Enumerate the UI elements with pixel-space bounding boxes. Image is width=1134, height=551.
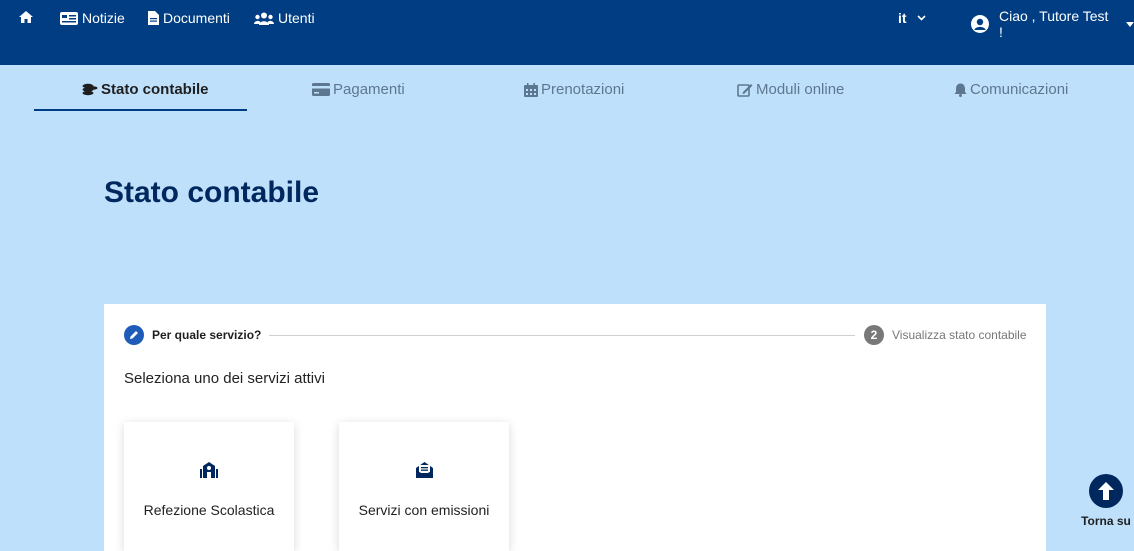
step-1-indicator	[124, 325, 144, 345]
calendar-icon	[524, 82, 538, 97]
tab-moduli-online[interactable]: Moduli online	[737, 81, 844, 98]
users-icon	[254, 12, 274, 25]
tab-pagamenti-label: Pagamenti	[333, 81, 405, 98]
user-greeting: Ciao , Tutore Test !	[998, 8, 1109, 40]
edit-icon	[737, 83, 753, 97]
step-2-indicator: 2	[864, 325, 884, 345]
nav-notizie[interactable]: Notizie	[60, 10, 125, 26]
stepper-connector	[269, 335, 855, 336]
service-card-refezione-scolastica[interactable]: Refezione Scolastica	[124, 422, 294, 551]
service-label: Refezione Scolastica	[143, 502, 275, 518]
back-to-top-label: Torna su	[1081, 514, 1131, 528]
tab-pagamenti[interactable]: Pagamenti	[312, 81, 405, 98]
nav-utenti[interactable]: Utenti	[254, 10, 315, 26]
tab-prenotazioni[interactable]: Prenotazioni	[524, 81, 624, 98]
user-circle-icon	[971, 15, 989, 33]
arrow-up-circle-icon	[1089, 474, 1123, 508]
stepper-step-1: Per quale servizio?	[124, 325, 261, 345]
pencil-icon	[130, 331, 138, 339]
tab-moduli-online-label: Moduli online	[756, 81, 845, 98]
top-navbar: Notizie Documenti Utenti it Ciao , Tutor…	[0, 0, 1134, 65]
tab-stato-contabile[interactable]: Stato contabile	[82, 81, 209, 98]
page-title: Stato contabile	[104, 176, 320, 209]
language-select[interactable]: it	[898, 10, 926, 26]
nav-documenti-label: Documenti	[163, 10, 230, 26]
tab-comunicazioni[interactable]: Comunicazioni	[954, 81, 1068, 98]
newspaper-icon	[60, 11, 78, 25]
nav-notizie-label: Notizie	[82, 10, 125, 26]
user-menu[interactable]: Ciao , Tutore Test !	[971, 8, 1134, 40]
back-to-top-button[interactable]: Torna su	[1078, 474, 1134, 528]
language-value: it	[898, 10, 907, 26]
bell-icon	[954, 83, 967, 97]
envelope-open-icon	[415, 462, 433, 478]
active-tab-indicator	[34, 109, 247, 111]
services-subtitle: Seleziona uno dei servizi attivi	[124, 370, 325, 387]
service-selection-card: Per quale servizio? 2 Visualizza stato c…	[104, 304, 1046, 551]
school-icon	[200, 462, 218, 478]
home-link[interactable]	[18, 10, 34, 24]
tab-bar: Stato contabile Pagamenti Prenotazioni M…	[0, 65, 1134, 111]
tab-prenotazioni-label: Prenotazioni	[541, 81, 625, 98]
nav-documenti[interactable]: Documenti	[148, 10, 230, 26]
step-1-label: Per quale servizio?	[152, 328, 262, 342]
nav-utenti-label: Utenti	[278, 10, 315, 26]
stepper-step-2: 2 Visualizza stato contabile	[864, 325, 1027, 345]
coins-icon	[82, 83, 98, 95]
chevron-down-icon	[916, 15, 926, 21]
service-label: Servizi con emissioni	[358, 502, 490, 518]
tab-stato-contabile-label: Stato contabile	[101, 81, 209, 98]
home-icon	[19, 11, 33, 23]
credit-card-icon	[312, 83, 330, 96]
tab-comunicazioni-label: Comunicazioni	[970, 81, 1069, 98]
caret-down-icon	[1126, 21, 1134, 27]
service-card-servizi-con-emissioni[interactable]: Servizi con emissioni	[339, 422, 509, 551]
file-icon	[148, 11, 159, 25]
step-2-label: Visualizza stato contabile	[892, 328, 1027, 342]
